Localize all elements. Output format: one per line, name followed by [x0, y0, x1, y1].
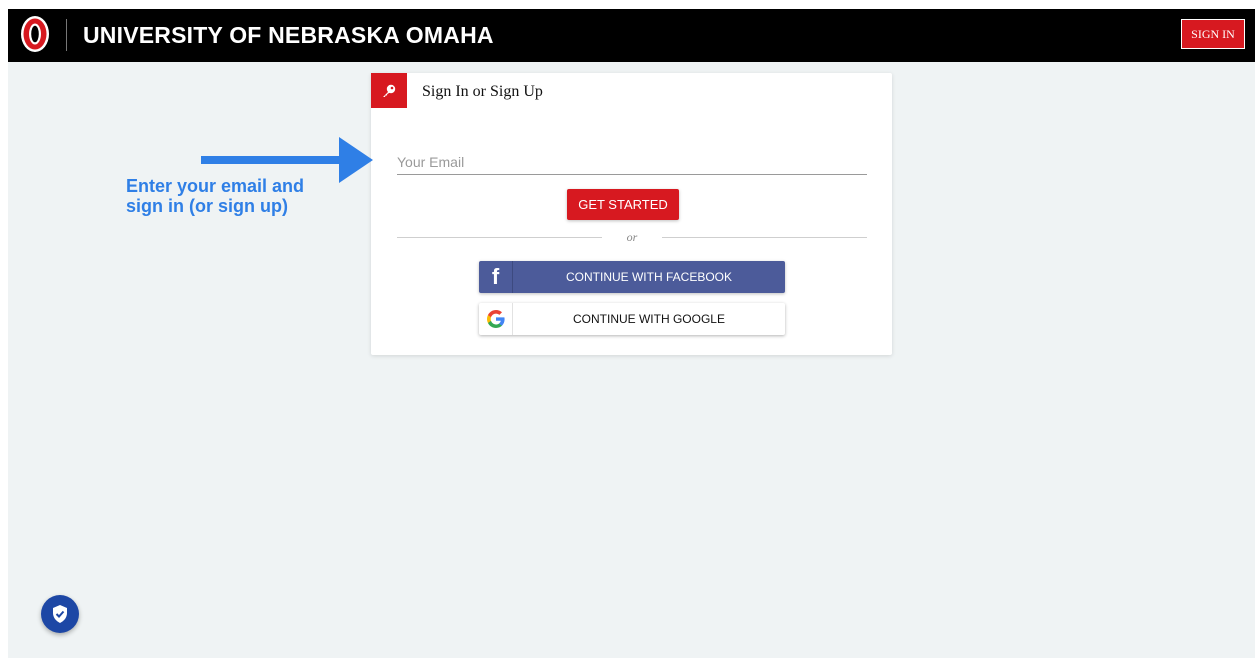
divider-line-right: [662, 237, 867, 238]
page: UNIVERSITY OF NEBRASKA OMAHA SIGN IN Sig…: [8, 9, 1255, 658]
university-logo-icon[interactable]: [18, 14, 52, 54]
continue-with-google-button[interactable]: CONTINUE WITH GOOGLE: [479, 303, 785, 335]
privacy-shield-button[interactable]: [41, 595, 79, 633]
facebook-icon: f: [491, 264, 500, 289]
key-icon-box: [371, 73, 407, 108]
header-sign-in-button[interactable]: SIGN IN: [1181, 19, 1245, 49]
shield-check-icon: [53, 605, 67, 623]
logo-divider: [66, 19, 67, 51]
top-header: UNIVERSITY OF NEBRASKA OMAHA SIGN IN: [8, 9, 1255, 62]
sign-in-card: Sign In or Sign Up GET STARTED or f CONT…: [371, 73, 892, 355]
google-button-label: CONTINUE WITH GOOGLE: [572, 312, 725, 326]
continue-with-facebook-button[interactable]: f CONTINUE WITH FACEBOOK: [479, 261, 785, 293]
facebook-icon-box: f: [479, 261, 513, 293]
email-input[interactable]: [397, 149, 867, 175]
university-name[interactable]: UNIVERSITY OF NEBRASKA OMAHA: [83, 22, 494, 49]
get-started-button[interactable]: GET STARTED: [567, 189, 679, 220]
facebook-button-label: CONTINUE WITH FACEBOOK: [565, 270, 732, 284]
card-title: Sign In or Sign Up: [422, 83, 543, 100]
google-icon-box: [479, 303, 513, 335]
google-icon: [486, 310, 505, 328]
annotation-text: Enter your email and sign in (or sign up…: [126, 176, 305, 216]
key-icon: [383, 84, 396, 97]
or-divider: or: [397, 230, 867, 244]
